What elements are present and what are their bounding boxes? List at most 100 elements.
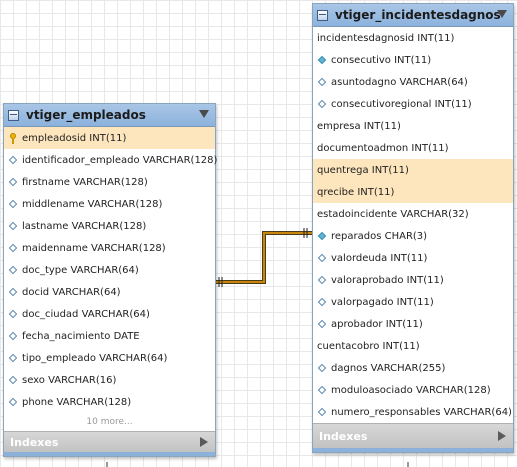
diamond-icon — [8, 309, 19, 320]
column-row[interactable]: reparados CHAR(3) — [313, 225, 513, 247]
column-row[interactable]: incidentesdagnosid INT(11) — [313, 27, 513, 49]
column-row[interactable]: numero_responsables VARCHAR(64) — [313, 401, 513, 423]
diamond-icon — [317, 363, 328, 374]
column-text: doc_type VARCHAR(64) — [22, 264, 139, 276]
column-row[interactable]: maidenname VARCHAR(128) — [4, 237, 215, 259]
collapse-caret-icon[interactable] — [199, 110, 209, 118]
column-text: moduloasociado VARCHAR(128) — [331, 384, 491, 396]
column-row[interactable]: doc_type VARCHAR(64) — [4, 259, 215, 281]
column-row[interactable]: empresa INT(11) — [313, 115, 513, 137]
collapse-caret-icon[interactable] — [497, 10, 507, 18]
column-text: asuntodagno VARCHAR(64) — [331, 76, 468, 88]
key-icon — [8, 132, 19, 144]
column-list: empleadosid INT(11) identificador_emplead… — [4, 127, 218, 413]
diamond-icon — [317, 407, 328, 418]
column-text: valordeuda INT(11) — [331, 252, 428, 264]
diamond-icon — [8, 155, 19, 166]
column-row[interactable]: documentoadmon INT(11) — [313, 137, 513, 159]
table-vtiger-incidentesdagnos[interactable]: vtiger_incidentesdagnos incidentesdagnos… — [312, 3, 514, 453]
column-row[interactable]: consecutivoregional INT(11) — [313, 93, 513, 115]
indexes-label: Indexes — [10, 435, 59, 449]
column-row[interactable]: valorpagado INT(11) — [313, 291, 513, 313]
column-row[interactable]: lastname VARCHAR(128) — [4, 215, 215, 237]
diamond-icon — [8, 265, 19, 276]
column-row[interactable]: empleadosid INT(11) — [4, 127, 215, 149]
column-text: maidenname VARCHAR(128) — [22, 242, 166, 254]
column-text: tipo_empleado VARCHAR(64) — [22, 352, 168, 364]
column-row[interactable]: firstname VARCHAR(128) — [4, 171, 215, 193]
diamond-icon — [317, 99, 328, 110]
column-text: qrecibe INT(11) — [317, 186, 395, 198]
table-header[interactable]: vtiger_empleados — [4, 104, 215, 127]
diamond-icon — [8, 287, 19, 298]
column-row[interactable]: cuentacobro INT(11) — [313, 335, 513, 357]
column-text: reparados CHAR(3) — [331, 230, 428, 242]
indexes-label: Indexes — [319, 429, 368, 443]
more-columns-label[interactable]: 10 more... — [4, 413, 215, 431]
column-text: documentoadmon INT(11) — [317, 142, 449, 154]
column-row[interactable]: aprobador INT(11) — [313, 313, 513, 335]
column-text: aprobador INT(11) — [331, 318, 423, 330]
table-icon — [8, 109, 19, 121]
column-text: docid VARCHAR(64) — [22, 286, 121, 298]
expand-arrow-icon[interactable] — [200, 437, 208, 447]
column-row[interactable]: identificador_empleado VARCHAR(128) — [4, 149, 218, 171]
filled-diamond-icon — [317, 231, 328, 242]
diamond-icon — [8, 331, 19, 342]
table-title: vtiger_empleados — [26, 108, 146, 122]
diamond-icon — [317, 253, 328, 264]
table-footer-bar — [313, 448, 513, 452]
column-text: lastname VARCHAR(128) — [22, 220, 147, 232]
table-footer-bar — [4, 452, 215, 456]
column-text: quentrega INT(11) — [317, 164, 409, 176]
column-row[interactable]: valoraprobado INT(11) — [313, 269, 513, 291]
column-text: identificador_empleado VARCHAR(128) — [22, 154, 218, 166]
column-row[interactable]: estadoincidente VARCHAR(32) — [313, 203, 513, 225]
diamond-icon — [8, 397, 19, 408]
diamond-icon — [8, 177, 19, 188]
column-text: empresa INT(11) — [317, 120, 401, 132]
indexes-section[interactable]: Indexes — [4, 431, 215, 452]
table-icon — [317, 9, 328, 21]
column-row[interactable]: sexo VARCHAR(16) — [4, 369, 215, 391]
column-text: consecutivoregional INT(11) — [331, 98, 472, 110]
diamond-icon — [317, 319, 328, 330]
column-text: valorpagado INT(11) — [331, 296, 434, 308]
table-header[interactable]: vtiger_incidentesdagnos — [313, 4, 513, 27]
table-vtiger-empleados[interactable]: vtiger_empleados empleadosid INT(11) iden… — [3, 103, 218, 457]
column-row[interactable]: qrecibe INT(11) — [313, 181, 513, 203]
column-row[interactable]: docid VARCHAR(64) — [4, 281, 215, 303]
column-text: estadoincidente VARCHAR(32) — [317, 208, 469, 220]
column-row[interactable]: fecha_nacimiento DATE — [4, 325, 215, 347]
column-row[interactable]: moduloasociado VARCHAR(128) — [313, 379, 513, 401]
diamond-icon — [317, 275, 328, 286]
table-title: vtiger_incidentesdagnos — [335, 8, 501, 22]
column-text: fecha_nacimiento DATE — [22, 330, 140, 342]
diamond-icon — [317, 77, 328, 88]
column-list: incidentesdagnosid INT(11) consecutivo IN… — [313, 27, 513, 423]
column-text: consecutivo INT(11) — [331, 54, 432, 66]
filled-diamond-icon — [317, 55, 328, 66]
column-row[interactable]: quentrega INT(11) — [313, 159, 513, 181]
column-row[interactable]: doc_ciudad VARCHAR(64) — [4, 303, 215, 325]
diamond-icon — [317, 385, 328, 396]
column-text: firstname VARCHAR(128) — [22, 176, 148, 188]
diamond-icon — [8, 221, 19, 232]
column-text: phone VARCHAR(128) — [22, 396, 132, 408]
expand-arrow-icon[interactable] — [498, 431, 506, 441]
column-text: cuentacobro INT(11) — [317, 340, 420, 352]
column-row[interactable]: middlename VARCHAR(128) — [4, 193, 215, 215]
column-row[interactable]: consecutivo INT(11) — [313, 49, 513, 71]
column-row[interactable]: tipo_empleado VARCHAR(64) — [4, 347, 215, 369]
column-text: doc_ciudad VARCHAR(64) — [22, 308, 150, 320]
diamond-icon — [8, 353, 19, 364]
relationship-line — [215, 232, 313, 283]
column-row[interactable]: dagnos VARCHAR(255) — [313, 357, 513, 379]
column-text: numero_responsables VARCHAR(64) — [331, 406, 512, 418]
diamond-icon — [8, 199, 19, 210]
column-row[interactable]: valordeuda INT(11) — [313, 247, 513, 269]
indexes-section[interactable]: Indexes — [313, 423, 513, 448]
column-row[interactable]: asuntodagno VARCHAR(64) — [313, 71, 513, 93]
column-row[interactable]: phone VARCHAR(128) — [4, 391, 215, 413]
column-text: empleadosid INT(11) — [22, 132, 127, 144]
